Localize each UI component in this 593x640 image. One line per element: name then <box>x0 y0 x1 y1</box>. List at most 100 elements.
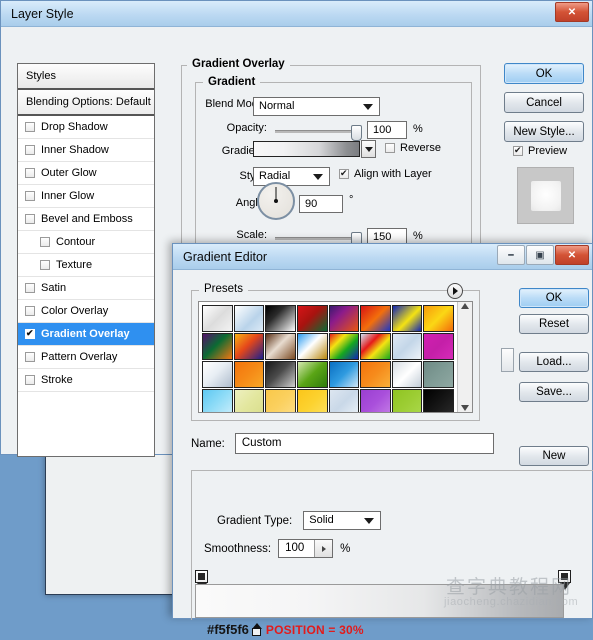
close-icon[interactable]: ✕ <box>555 245 589 265</box>
checkbox-icon[interactable] <box>25 145 35 155</box>
sidebar-item-stroke[interactable]: Stroke <box>18 369 154 392</box>
checkbox-icon[interactable] <box>25 168 35 178</box>
gradient-preset-swatch[interactable] <box>202 305 233 332</box>
gradient-bar[interactable] <box>195 584 564 618</box>
gradient-preset-swatch[interactable] <box>265 305 296 332</box>
gradient-preset-swatch[interactable] <box>423 333 454 360</box>
gradient-name-input[interactable]: Custom <box>234 433 494 454</box>
gradient-preset-swatch[interactable] <box>328 305 360 332</box>
smoothness-stepper[interactable] <box>314 540 333 557</box>
scale-unit: % <box>413 230 423 242</box>
gradient-stop-left[interactable] <box>195 570 208 583</box>
scroll-down-icon[interactable] <box>461 405 469 411</box>
triangle-right-icon <box>453 287 458 295</box>
gradient-preset-swatch[interactable] <box>391 361 423 388</box>
sidebar-item-inner-glow[interactable]: Inner Glow <box>18 185 154 208</box>
layer-style-titlebar[interactable]: Layer Style ✕ <box>1 1 592 27</box>
sidebar-item-texture[interactable]: Texture <box>18 254 154 277</box>
gradient-preset-swatch[interactable] <box>423 361 454 388</box>
checkbox-icon[interactable] <box>25 191 35 201</box>
gradient-preset-swatch[interactable] <box>296 361 328 388</box>
gradient-preset-swatch[interactable] <box>391 389 423 412</box>
sidebar-item-contour[interactable]: Contour <box>18 231 154 254</box>
maximize-icon[interactable]: ▣ <box>526 245 554 265</box>
checkbox-icon[interactable] <box>40 237 50 247</box>
gradient-preset-swatch[interactable] <box>423 389 454 412</box>
gradient-editor-titlebar[interactable]: Gradient Editor ━ ▣ ✕ <box>173 244 592 270</box>
sidebar-item-blending-options[interactable]: Blending Options: Default <box>18 90 154 116</box>
gradient-preset-swatch[interactable] <box>296 333 328 360</box>
minimize-icon[interactable]: ━ <box>497 245 525 265</box>
new-style-button[interactable]: New Style... <box>504 121 584 142</box>
align-with-layer-checkbox[interactable]: Align with Layer <box>339 167 432 180</box>
checkbox-icon[interactable] <box>25 283 35 293</box>
sidebar-item-drop-shadow[interactable]: Drop Shadow <box>18 116 154 139</box>
opacity-slider[interactable] <box>275 125 362 141</box>
style-preview-thumbnail <box>517 167 574 224</box>
angle-dial[interactable] <box>257 182 295 220</box>
gradient-type-select[interactable]: Solid <box>303 511 382 530</box>
gradient-stop-right[interactable] <box>558 570 571 583</box>
smoothness-input[interactable]: 100 <box>278 539 334 558</box>
reverse-checkbox[interactable]: Reverse <box>385 142 441 154</box>
gradient-preset-swatch[interactable] <box>233 333 265 360</box>
presets-menu-icon[interactable] <box>447 283 463 299</box>
gradient-preset-swatch[interactable] <box>233 305 265 332</box>
gradient-picker-dropdown[interactable] <box>361 140 376 158</box>
gradient-editor-ok-button[interactable]: OK <box>519 288 589 308</box>
opacity-input[interactable]: 100 <box>367 121 407 139</box>
opacity-slider-thumb[interactable] <box>351 125 362 141</box>
checkbox-icon[interactable] <box>25 122 35 132</box>
ok-button[interactable]: OK <box>504 63 584 84</box>
gradient-preset-swatch[interactable] <box>360 305 391 332</box>
presets-scrollbar[interactable] <box>457 302 514 412</box>
checkbox-icon[interactable] <box>25 327 35 339</box>
gradient-preset-swatch[interactable] <box>391 305 423 332</box>
gradient-preset-swatch[interactable] <box>265 389 296 412</box>
gradient-preset-swatch[interactable] <box>265 361 296 388</box>
checkbox-icon[interactable] <box>25 214 35 224</box>
gradient-preset-swatch[interactable] <box>202 361 233 388</box>
scrollbar-thumb[interactable] <box>501 348 514 372</box>
scale-slider[interactable] <box>275 232 362 248</box>
gradient-editor-reset-button[interactable]: Reset <box>519 314 589 334</box>
preview-checkbox[interactable]: Preview <box>513 144 567 157</box>
gradient-preset-swatch[interactable] <box>296 389 328 412</box>
checkbox-icon[interactable] <box>25 352 35 362</box>
gradient-preset-swatch[interactable] <box>360 361 391 388</box>
checkbox-icon[interactable] <box>40 260 50 270</box>
gradient-preset-swatch[interactable] <box>423 305 454 332</box>
checkbox-icon[interactable] <box>25 375 35 385</box>
gradient-preset-swatch[interactable] <box>296 305 328 332</box>
gradient-preset-swatch[interactable] <box>202 389 233 412</box>
gradient-preset-swatch[interactable] <box>391 333 423 360</box>
gradient-preset-swatch[interactable] <box>265 333 296 360</box>
gradient-editor-save-button[interactable]: Save... <box>519 382 589 402</box>
sidebar-item-outer-glow[interactable]: Outer Glow <box>18 162 154 185</box>
sidebar-item-gradient-overlay[interactable]: Gradient Overlay <box>18 323 154 346</box>
gradient-preset-swatch[interactable] <box>328 389 360 412</box>
scroll-up-icon[interactable] <box>461 303 469 309</box>
gradient-preset-swatch[interactable] <box>328 361 360 388</box>
gradient-preset-swatch[interactable] <box>233 389 265 412</box>
gradient-preset-swatch[interactable] <box>360 389 391 412</box>
gradient-editor-new-button[interactable]: New <box>519 446 589 466</box>
gradient-preset-swatch[interactable] <box>360 333 391 360</box>
sidebar-item-pattern-overlay[interactable]: Pattern Overlay <box>18 346 154 369</box>
angle-input[interactable]: 90 <box>299 195 343 213</box>
sidebar-item-inner-shadow[interactable]: Inner Shadow <box>18 139 154 162</box>
gradient-preset-swatch[interactable] <box>328 333 360 360</box>
gradient-style-select[interactable]: Radial <box>253 167 330 186</box>
gradient-editor-load-button[interactable]: Load... <box>519 352 589 372</box>
gradient-preset-swatch[interactable] <box>233 361 265 388</box>
sidebar-item-bevel-and-emboss[interactable]: Bevel and Emboss <box>18 208 154 231</box>
blend-mode-select[interactable]: Normal <box>253 97 380 116</box>
checkbox-icon[interactable] <box>25 306 35 316</box>
cancel-button[interactable]: Cancel <box>504 92 584 113</box>
close-icon[interactable]: ✕ <box>555 2 589 22</box>
gradient-preview-swatch[interactable] <box>253 141 360 157</box>
gradient-type-label: Gradient Type: <box>217 514 296 527</box>
gradient-preset-swatch[interactable] <box>202 333 233 360</box>
sidebar-item-satin[interactable]: Satin <box>18 277 154 300</box>
sidebar-item-color-overlay[interactable]: Color Overlay <box>18 300 154 323</box>
